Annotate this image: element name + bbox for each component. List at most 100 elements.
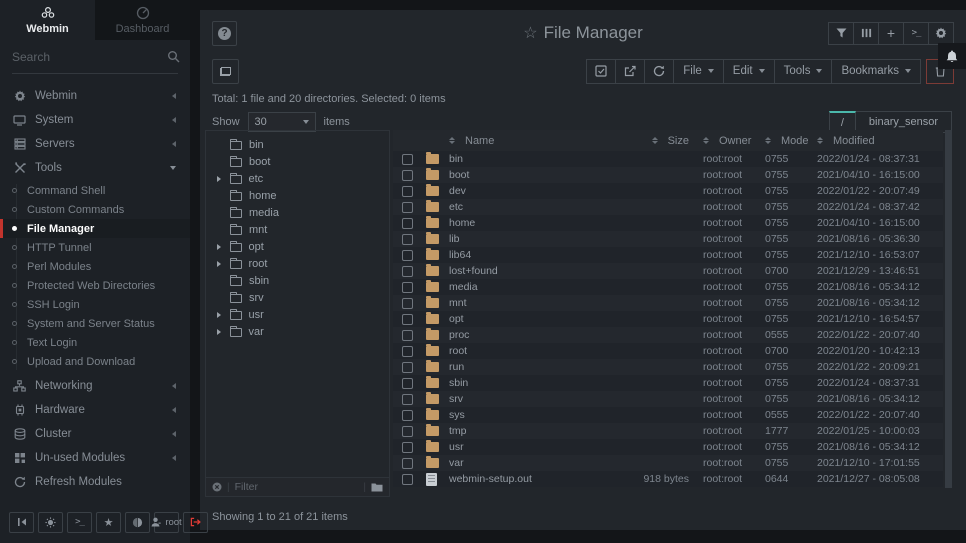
sidebar-subitem-system-and-server-status[interactable]: System and Server Status [0, 314, 190, 333]
file-name[interactable]: sbin [449, 377, 599, 389]
table-row-lib[interactable]: libroot:root07552021/08/16 - 05:36:30 [393, 231, 943, 247]
file-name[interactable]: run [449, 361, 599, 373]
refresh-button[interactable] [644, 59, 674, 84]
sidebar-item-system[interactable]: System [0, 108, 190, 132]
sidebar-subitem-ssh-login[interactable]: SSH Login [0, 295, 190, 314]
table-row-webmin-setup-out[interactable]: webmin-setup.out918 bytesroot:root064420… [393, 471, 943, 487]
page-size-select[interactable]: 30 [248, 112, 316, 132]
tab-webmin[interactable]: Webmin [0, 0, 95, 40]
paste-buffer-button[interactable] [212, 59, 239, 84]
tools-menu-button[interactable]: Tools [774, 59, 833, 84]
notifications-button[interactable] [938, 43, 966, 69]
sidebar-item-cluster[interactable]: Cluster [0, 422, 190, 446]
row-checkbox[interactable] [402, 298, 413, 309]
column-header-size[interactable]: Size [599, 135, 689, 147]
collapse-sidebar-button[interactable] [9, 512, 34, 533]
theme-button[interactable] [38, 512, 63, 533]
expand-caret-icon[interactable] [217, 261, 221, 267]
sidebar-subitem-protected-web-directories[interactable]: Protected Web Directories [0, 276, 190, 295]
file-name[interactable]: srv [449, 393, 599, 405]
sidebar-subitem-http-tunnel[interactable]: HTTP Tunnel [0, 238, 190, 257]
tree-item-srv[interactable]: srv [206, 289, 389, 306]
tree-item-media[interactable]: media [206, 204, 389, 221]
tree-item-opt[interactable]: opt [206, 238, 389, 255]
row-checkbox[interactable] [402, 314, 413, 325]
tree-item-bin[interactable]: bin [206, 136, 389, 153]
file-name[interactable]: tmp [449, 425, 599, 437]
table-row-dev[interactable]: devroot:root07552022/01/22 - 20:07:49 [393, 183, 943, 199]
create-button[interactable]: + [878, 22, 904, 45]
logout-button[interactable] [183, 512, 208, 533]
table-row-var[interactable]: varroot:root07552021/12/10 - 17:01:55 [393, 455, 943, 471]
file-name[interactable]: var [449, 457, 599, 469]
row-checkbox[interactable] [402, 362, 413, 373]
file-name[interactable]: home [449, 217, 599, 229]
user-button[interactable]: root [154, 512, 179, 533]
sidebar-subitem-command-shell[interactable]: Command Shell [0, 181, 190, 200]
file-name[interactable]: usr [449, 441, 599, 453]
row-checkbox[interactable] [402, 378, 413, 389]
terminal-button[interactable]: >_ [67, 512, 92, 533]
table-row-sbin[interactable]: sbinroot:root07552022/01/24 - 08:37:31 [393, 375, 943, 391]
row-checkbox[interactable] [402, 346, 413, 357]
sidebar-item-servers[interactable]: Servers [0, 132, 190, 156]
table-row-lib64[interactable]: lib64root:root07552021/12/10 - 16:53:07 [393, 247, 943, 263]
sidebar-subitem-file-manager[interactable]: File Manager [0, 219, 190, 238]
expand-caret-icon[interactable] [217, 176, 221, 182]
file-name[interactable]: sys [449, 409, 599, 421]
table-row-media[interactable]: mediaroot:root07552021/08/16 - 05:34:12 [393, 279, 943, 295]
sidebar-subitem-text-login[interactable]: Text Login [0, 333, 190, 352]
search-input[interactable] [12, 50, 167, 64]
bookmarks-menu-button[interactable]: Bookmarks [831, 59, 921, 84]
row-checkbox[interactable] [402, 410, 413, 421]
row-checkbox[interactable] [402, 330, 413, 341]
expand-caret-icon[interactable] [217, 329, 221, 335]
row-checkbox[interactable] [402, 170, 413, 181]
row-checkbox[interactable] [402, 442, 413, 453]
row-checkbox[interactable] [402, 426, 413, 437]
expand-caret-icon[interactable] [217, 244, 221, 250]
export-button[interactable] [615, 59, 645, 84]
row-checkbox[interactable] [402, 474, 413, 485]
tree-item-home[interactable]: home [206, 187, 389, 204]
filter-input[interactable] [235, 481, 359, 493]
language-button[interactable] [125, 512, 150, 533]
table-row-root[interactable]: rootroot:root07002022/01/20 - 10:42:13 [393, 343, 943, 359]
file-name[interactable]: root [449, 345, 599, 357]
clear-filter-icon[interactable] [212, 482, 222, 492]
file-name[interactable]: lib [449, 233, 599, 245]
row-checkbox[interactable] [402, 458, 413, 469]
row-checkbox[interactable] [402, 266, 413, 277]
select-all-button[interactable] [586, 59, 616, 84]
column-header-name[interactable]: Name [449, 135, 599, 147]
sidebar-subitem-custom-commands[interactable]: Custom Commands [0, 200, 190, 219]
file-name[interactable]: lost+found [449, 265, 599, 277]
tree-item-var[interactable]: var [206, 323, 389, 340]
row-checkbox[interactable] [402, 154, 413, 165]
table-row-home[interactable]: homeroot:root07552021/04/10 - 16:15:00 [393, 215, 943, 231]
table-row-srv[interactable]: srvroot:root07552021/08/16 - 05:34:12 [393, 391, 943, 407]
file-name[interactable]: lib64 [449, 249, 599, 261]
favorites-button[interactable]: ★ [96, 512, 121, 533]
file-name[interactable]: proc [449, 329, 599, 341]
column-header-owner[interactable]: Owner [689, 135, 765, 147]
file-name[interactable]: webmin-setup.out [449, 473, 599, 485]
table-row-usr[interactable]: usrroot:root07552021/08/16 - 05:34:12 [393, 439, 943, 455]
table-row-opt[interactable]: optroot:root07552021/12/10 - 16:54:57 [393, 311, 943, 327]
filter-columns-button[interactable] [828, 22, 854, 45]
file-name[interactable]: media [449, 281, 599, 293]
table-row-tmp[interactable]: tmproot:root17772022/01/25 - 10:00:03 [393, 423, 943, 439]
table-row-bin[interactable]: binroot:root07552022/01/24 - 08:37:31 [393, 151, 943, 167]
file-menu-button[interactable]: File [673, 59, 724, 84]
tree-item-sbin[interactable]: sbin [206, 272, 389, 289]
shell-button[interactable]: >_ [903, 22, 929, 45]
settings-button[interactable] [928, 22, 954, 45]
table-row-lost-found[interactable]: lost+foundroot:root07002021/12/29 - 13:4… [393, 263, 943, 279]
table-row-boot[interactable]: bootroot:root07552021/04/10 - 16:15:00 [393, 167, 943, 183]
favorite-star-icon[interactable]: ☆ [523, 25, 537, 42]
help-button[interactable]: ? [212, 21, 237, 46]
file-name[interactable]: dev [449, 185, 599, 197]
sidebar-item-un-used-modules[interactable]: Un-used Modules [0, 446, 190, 470]
sidebar-item-tools[interactable]: Tools [0, 156, 190, 180]
sidebar-item-networking[interactable]: Networking [0, 374, 190, 398]
